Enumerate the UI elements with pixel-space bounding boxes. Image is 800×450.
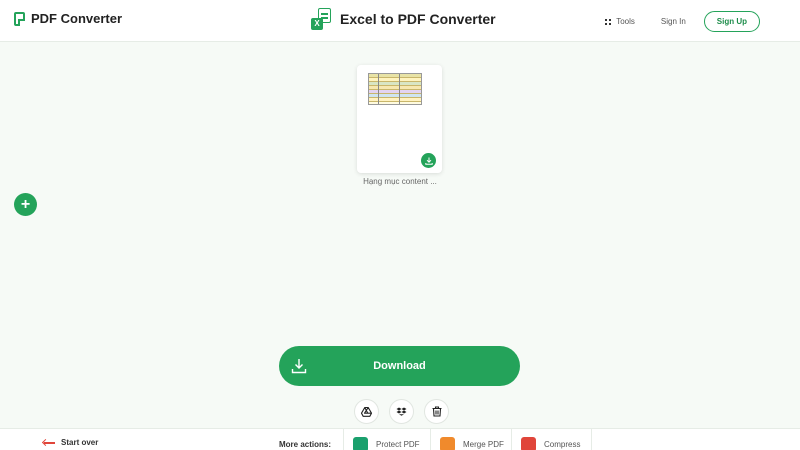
top-nav: Tools Sign In Sign Up <box>605 11 760 32</box>
merge-pdf-label: Merge PDF <box>463 439 504 449</box>
trash-icon <box>432 406 441 417</box>
download-icon <box>424 157 433 165</box>
lock-icon <box>353 436 368 450</box>
file-thumbnail <box>368 73 422 105</box>
compress-icon <box>521 436 536 450</box>
plus-icon: + <box>20 196 31 213</box>
download-button[interactable]: Download <box>279 346 520 386</box>
page-title: Excel to PDF Converter <box>340 11 496 27</box>
sign-in-link[interactable]: Sign In <box>661 17 686 26</box>
save-actions <box>354 399 449 424</box>
merge-pdf-action[interactable]: Merge PDF <box>430 429 504 450</box>
start-over-label: Start over <box>61 438 99 447</box>
grid-icon <box>605 18 612 25</box>
add-file-button[interactable]: + <box>14 193 37 216</box>
compress-action[interactable]: Compress <box>511 429 592 450</box>
start-over-button[interactable]: Start over <box>44 438 98 447</box>
download-icon <box>291 359 307 374</box>
google-drive-icon <box>361 406 372 417</box>
dropbox-icon <box>396 407 407 416</box>
brand-logo[interactable]: PDF Converter <box>14 11 122 26</box>
more-actions-label: More actions: <box>279 440 332 449</box>
brand-name: PDF Converter <box>31 11 123 26</box>
arrow-left-icon <box>44 441 55 444</box>
tools-menu[interactable]: Tools <box>605 17 635 26</box>
google-drive-button[interactable] <box>354 399 379 424</box>
merge-icon <box>440 436 455 450</box>
file-card[interactable] <box>357 65 442 173</box>
pdf-converter-logo-icon <box>14 11 25 26</box>
protect-pdf-action[interactable]: Protect PDF <box>343 429 420 450</box>
compress-label: Compress <box>544 439 581 449</box>
download-label: Download <box>373 360 426 372</box>
dropbox-button[interactable] <box>389 399 414 424</box>
header: PDF Converter X Excel to PDF Converter T… <box>0 0 800 42</box>
sign-up-button[interactable]: Sign Up <box>703 11 760 32</box>
file-download-button[interactable] <box>421 153 436 168</box>
tools-label: Tools <box>616 17 635 26</box>
excel-file-icon: X <box>311 8 331 30</box>
protect-pdf-label: Protect PDF <box>376 439 420 449</box>
footer-bar: Start over More actions: Protect PDF Mer… <box>0 428 800 450</box>
file-name: Hạng mục content ... <box>363 177 437 186</box>
delete-button[interactable] <box>424 399 449 424</box>
page-title-area: X Excel to PDF Converter <box>311 8 496 30</box>
